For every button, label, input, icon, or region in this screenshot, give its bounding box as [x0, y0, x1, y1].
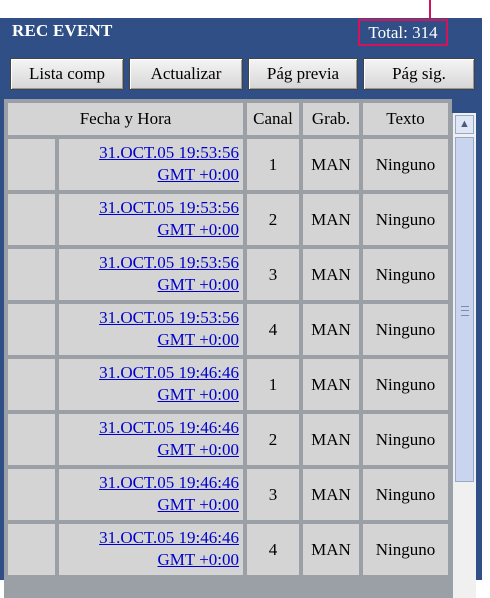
table-row: 31.OCT.05 19:46:46 GMT +0:00 3 MAN Ninguno	[4, 469, 452, 524]
datetime-cell: 31.OCT.05 19:46:46 GMT +0:00	[59, 469, 243, 520]
canal-cell: 2	[247, 194, 299, 245]
row-select-cell[interactable]	[8, 414, 55, 465]
canal-cell: 4	[247, 524, 299, 575]
table-row: 31.OCT.05 19:46:46 GMT +0:00 1 MAN Ninguno	[4, 359, 452, 414]
canal-cell: 2	[247, 414, 299, 465]
timezone-link[interactable]: GMT +0:00	[59, 384, 243, 406]
row-select-cell[interactable]	[8, 469, 55, 520]
datetime-cell: 31.OCT.05 19:53:56 GMT +0:00	[59, 194, 243, 245]
row-select-cell[interactable]	[8, 139, 55, 190]
texto-cell: Ninguno	[363, 469, 448, 520]
texto-cell: Ninguno	[363, 139, 448, 190]
datetime-link[interactable]: 31.OCT.05 19:46:46	[59, 527, 243, 549]
timezone-link[interactable]: GMT +0:00	[59, 164, 243, 186]
row-select-cell[interactable]	[8, 194, 55, 245]
row-select-cell[interactable]	[8, 359, 55, 410]
datetime-link[interactable]: 31.OCT.05 19:46:46	[59, 417, 243, 439]
callout-line	[429, 0, 431, 18]
scroll-up-arrow-icon[interactable]: ▲	[455, 115, 474, 134]
column-header-texto: Texto	[363, 103, 448, 135]
actualizar-button[interactable]: Actualizar	[129, 58, 243, 90]
timezone-link[interactable]: GMT +0:00	[59, 274, 243, 296]
grab-cell: MAN	[303, 249, 359, 300]
total-count: Total: 314	[358, 19, 448, 46]
column-header-grab: Grab.	[303, 103, 359, 135]
table-row: 31.OCT.05 19:53:56 GMT +0:00 4 MAN Ninguno	[4, 304, 452, 359]
datetime-link[interactable]: 31.OCT.05 19:53:56	[59, 197, 243, 219]
table-row: 31.OCT.05 19:53:56 GMT +0:00 2 MAN Ninguno	[4, 194, 452, 249]
datetime-cell: 31.OCT.05 19:53:56 GMT +0:00	[59, 249, 243, 300]
grab-cell: MAN	[303, 194, 359, 245]
datetime-cell: 31.OCT.05 19:46:46 GMT +0:00	[59, 359, 243, 410]
datetime-cell: 31.OCT.05 19:46:46 GMT +0:00	[59, 524, 243, 575]
timezone-link[interactable]: GMT +0:00	[59, 494, 243, 516]
panel-title: REC EVENT	[12, 21, 113, 40]
timezone-link[interactable]: GMT +0:00	[59, 219, 243, 241]
column-header-canal: Canal	[247, 103, 299, 135]
vertical-scrollbar[interactable]: ▲	[452, 113, 476, 598]
datetime-cell: 31.OCT.05 19:53:56 GMT +0:00	[59, 139, 243, 190]
texto-cell: Ninguno	[363, 249, 448, 300]
table-header-row: Fecha y Hora Canal Grab. Texto	[4, 99, 452, 139]
canal-cell: 1	[247, 139, 299, 190]
row-select-cell[interactable]	[8, 249, 55, 300]
grab-cell: MAN	[303, 524, 359, 575]
datetime-link[interactable]: 31.OCT.05 19:53:56	[59, 307, 243, 329]
rec-event-panel: REC EVENT Total: 314 Lista comp Actualiz…	[0, 18, 482, 598]
grab-cell: MAN	[303, 359, 359, 410]
canal-cell: 3	[247, 249, 299, 300]
lista-comp-button[interactable]: Lista comp	[10, 58, 124, 90]
datetime-link[interactable]: 31.OCT.05 19:53:56	[59, 142, 243, 164]
grab-cell: MAN	[303, 414, 359, 465]
texto-cell: Ninguno	[363, 524, 448, 575]
table-row: 31.OCT.05 19:53:56 GMT +0:00 3 MAN Ninguno	[4, 249, 452, 304]
pag-previa-button[interactable]: Pág previa	[248, 58, 358, 90]
texto-cell: Ninguno	[363, 194, 448, 245]
pag-sig-button[interactable]: Pág sig.	[363, 58, 475, 90]
canal-cell: 1	[247, 359, 299, 410]
timezone-link[interactable]: GMT +0:00	[59, 549, 243, 571]
column-header-fecha: Fecha y Hora	[8, 103, 243, 135]
row-select-cell[interactable]	[8, 304, 55, 355]
timezone-link[interactable]: GMT +0:00	[59, 439, 243, 461]
grab-cell: MAN	[303, 469, 359, 520]
table-row: 31.OCT.05 19:46:46 GMT +0:00 4 MAN Ninguno	[4, 524, 452, 579]
canal-cell: 4	[247, 304, 299, 355]
grab-cell: MAN	[303, 139, 359, 190]
texto-cell: Ninguno	[363, 304, 448, 355]
datetime-cell: 31.OCT.05 19:46:46 GMT +0:00	[59, 414, 243, 465]
datetime-link[interactable]: 31.OCT.05 19:46:46	[59, 472, 243, 494]
datetime-link[interactable]: 31.OCT.05 19:46:46	[59, 362, 243, 384]
grab-cell: MAN	[303, 304, 359, 355]
scroll-thumb[interactable]	[455, 137, 474, 482]
row-select-cell[interactable]	[8, 524, 55, 575]
canal-cell: 3	[247, 469, 299, 520]
grip-icon	[461, 306, 469, 316]
table-row: 31.OCT.05 19:53:56 GMT +0:00 1 MAN Ninguno	[4, 139, 452, 194]
table-row: 31.OCT.05 19:46:46 GMT +0:00 2 MAN Ninguno	[4, 414, 452, 469]
event-table: Fecha y Hora Canal Grab. Texto 31.OCT.05…	[4, 99, 452, 598]
title-bar: REC EVENT Total: 314	[0, 18, 482, 46]
datetime-link[interactable]: 31.OCT.05 19:53:56	[59, 252, 243, 274]
timezone-link[interactable]: GMT +0:00	[59, 329, 243, 351]
texto-cell: Ninguno	[363, 414, 448, 465]
texto-cell: Ninguno	[363, 359, 448, 410]
datetime-cell: 31.OCT.05 19:53:56 GMT +0:00	[59, 304, 243, 355]
